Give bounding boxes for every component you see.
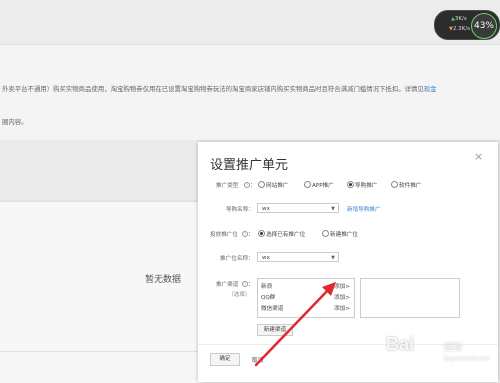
network-speed-widget[interactable]: ▲3K/s ▼2.3K/s 43% bbox=[434, 10, 500, 40]
watermark-brand: Bai bbox=[386, 334, 415, 354]
channel-optional: （选填） bbox=[228, 292, 251, 298]
radio-app-promo[interactable] bbox=[304, 181, 311, 188]
placement-name-select[interactable]: wx ▼ bbox=[257, 252, 339, 262]
placement-name-label: 推广位名称： bbox=[220, 256, 254, 262]
channel-selected-list[interactable] bbox=[360, 278, 460, 318]
placement-name-value: wx bbox=[262, 255, 270, 261]
guide-name-select[interactable]: wx ▼ bbox=[257, 203, 339, 213]
usage-percent: 43% bbox=[471, 13, 497, 39]
notice-prefix: 外卖平台不通用）购买实物商品使用，淘宝购物券仅用在已设置淘宝购物券玩法的淘宝商家… bbox=[2, 85, 424, 93]
guide-name-label: 导购名称： bbox=[226, 207, 254, 213]
colon: ： bbox=[248, 232, 254, 238]
watermark-url: jingyan.baidu.com bbox=[444, 356, 491, 362]
channel-add-link[interactable]: 添加> bbox=[334, 293, 350, 301]
notice-text: 外卖平台不通用）购买实物商品使用，淘宝购物券仅用在已设置淘宝购物券玩法的淘宝商家… bbox=[2, 84, 437, 93]
channel-label: 推广渠道 bbox=[216, 282, 239, 288]
radio-software-promo[interactable] bbox=[391, 181, 398, 188]
radio-web-promo-label: 网站推广 bbox=[266, 183, 289, 189]
radio-app-promo-label: APP推广 bbox=[312, 183, 334, 189]
row-divider bbox=[0, 351, 205, 352]
download-speed: ▼2.3K/s bbox=[449, 26, 470, 32]
confirm-button[interactable]: 确定 bbox=[210, 353, 240, 366]
row-divider bbox=[0, 201, 205, 202]
promo-type-label: 推广类型 bbox=[216, 183, 239, 189]
upload-speed: ▲3K/s bbox=[451, 16, 467, 22]
radio-new-placement-label: 新建推广位 bbox=[330, 232, 358, 238]
channel-source-list[interactable]: 新浪 添加> QQ群 添加> 微信渠道 添加> bbox=[257, 278, 355, 318]
radio-existing-placement[interactable] bbox=[258, 230, 265, 237]
notice-line2: 圈内容。 bbox=[2, 118, 28, 126]
notice-link[interactable]: 现金 bbox=[424, 85, 437, 93]
placement-label: 投放推广位 bbox=[210, 232, 238, 238]
channel-add-link[interactable]: 添加> bbox=[334, 304, 350, 312]
guide-name-value: wx bbox=[262, 206, 270, 212]
chevron-down-icon: ▼ bbox=[331, 206, 335, 212]
channel-item-label: 微信渠道 bbox=[261, 306, 284, 312]
channel-item-label: 新浪 bbox=[261, 284, 273, 290]
channel-item-label: QQ群 bbox=[261, 295, 276, 301]
background-header bbox=[0, 0, 500, 45]
colon: ： bbox=[250, 183, 256, 189]
channel-add-link[interactable]: 添加> bbox=[334, 282, 350, 290]
no-data-text: 暂无数据 bbox=[145, 275, 182, 285]
background-table-panel bbox=[0, 200, 205, 383]
radio-guide-promo[interactable] bbox=[347, 181, 354, 188]
radio-web-promo[interactable] bbox=[258, 181, 265, 188]
new-guide-link[interactable]: 新增导购推广 bbox=[347, 205, 381, 213]
radio-existing-placement-label: 选择已有推广位 bbox=[266, 232, 306, 238]
radio-guide-promo-label: 导购推广 bbox=[355, 183, 378, 189]
dialog-title: 设置推广单元 bbox=[210, 158, 289, 173]
radio-new-placement[interactable] bbox=[322, 230, 329, 237]
watermark-text: 经验 bbox=[444, 343, 463, 353]
chevron-down-icon: ▼ bbox=[331, 255, 335, 261]
radio-software-promo-label: 软件推广 bbox=[399, 183, 422, 189]
close-icon[interactable]: × bbox=[474, 150, 483, 163]
new-channel-button[interactable]: 新建渠道 bbox=[257, 324, 293, 336]
colon: ： bbox=[248, 282, 254, 288]
cancel-button[interactable]: 取消 bbox=[252, 356, 263, 364]
